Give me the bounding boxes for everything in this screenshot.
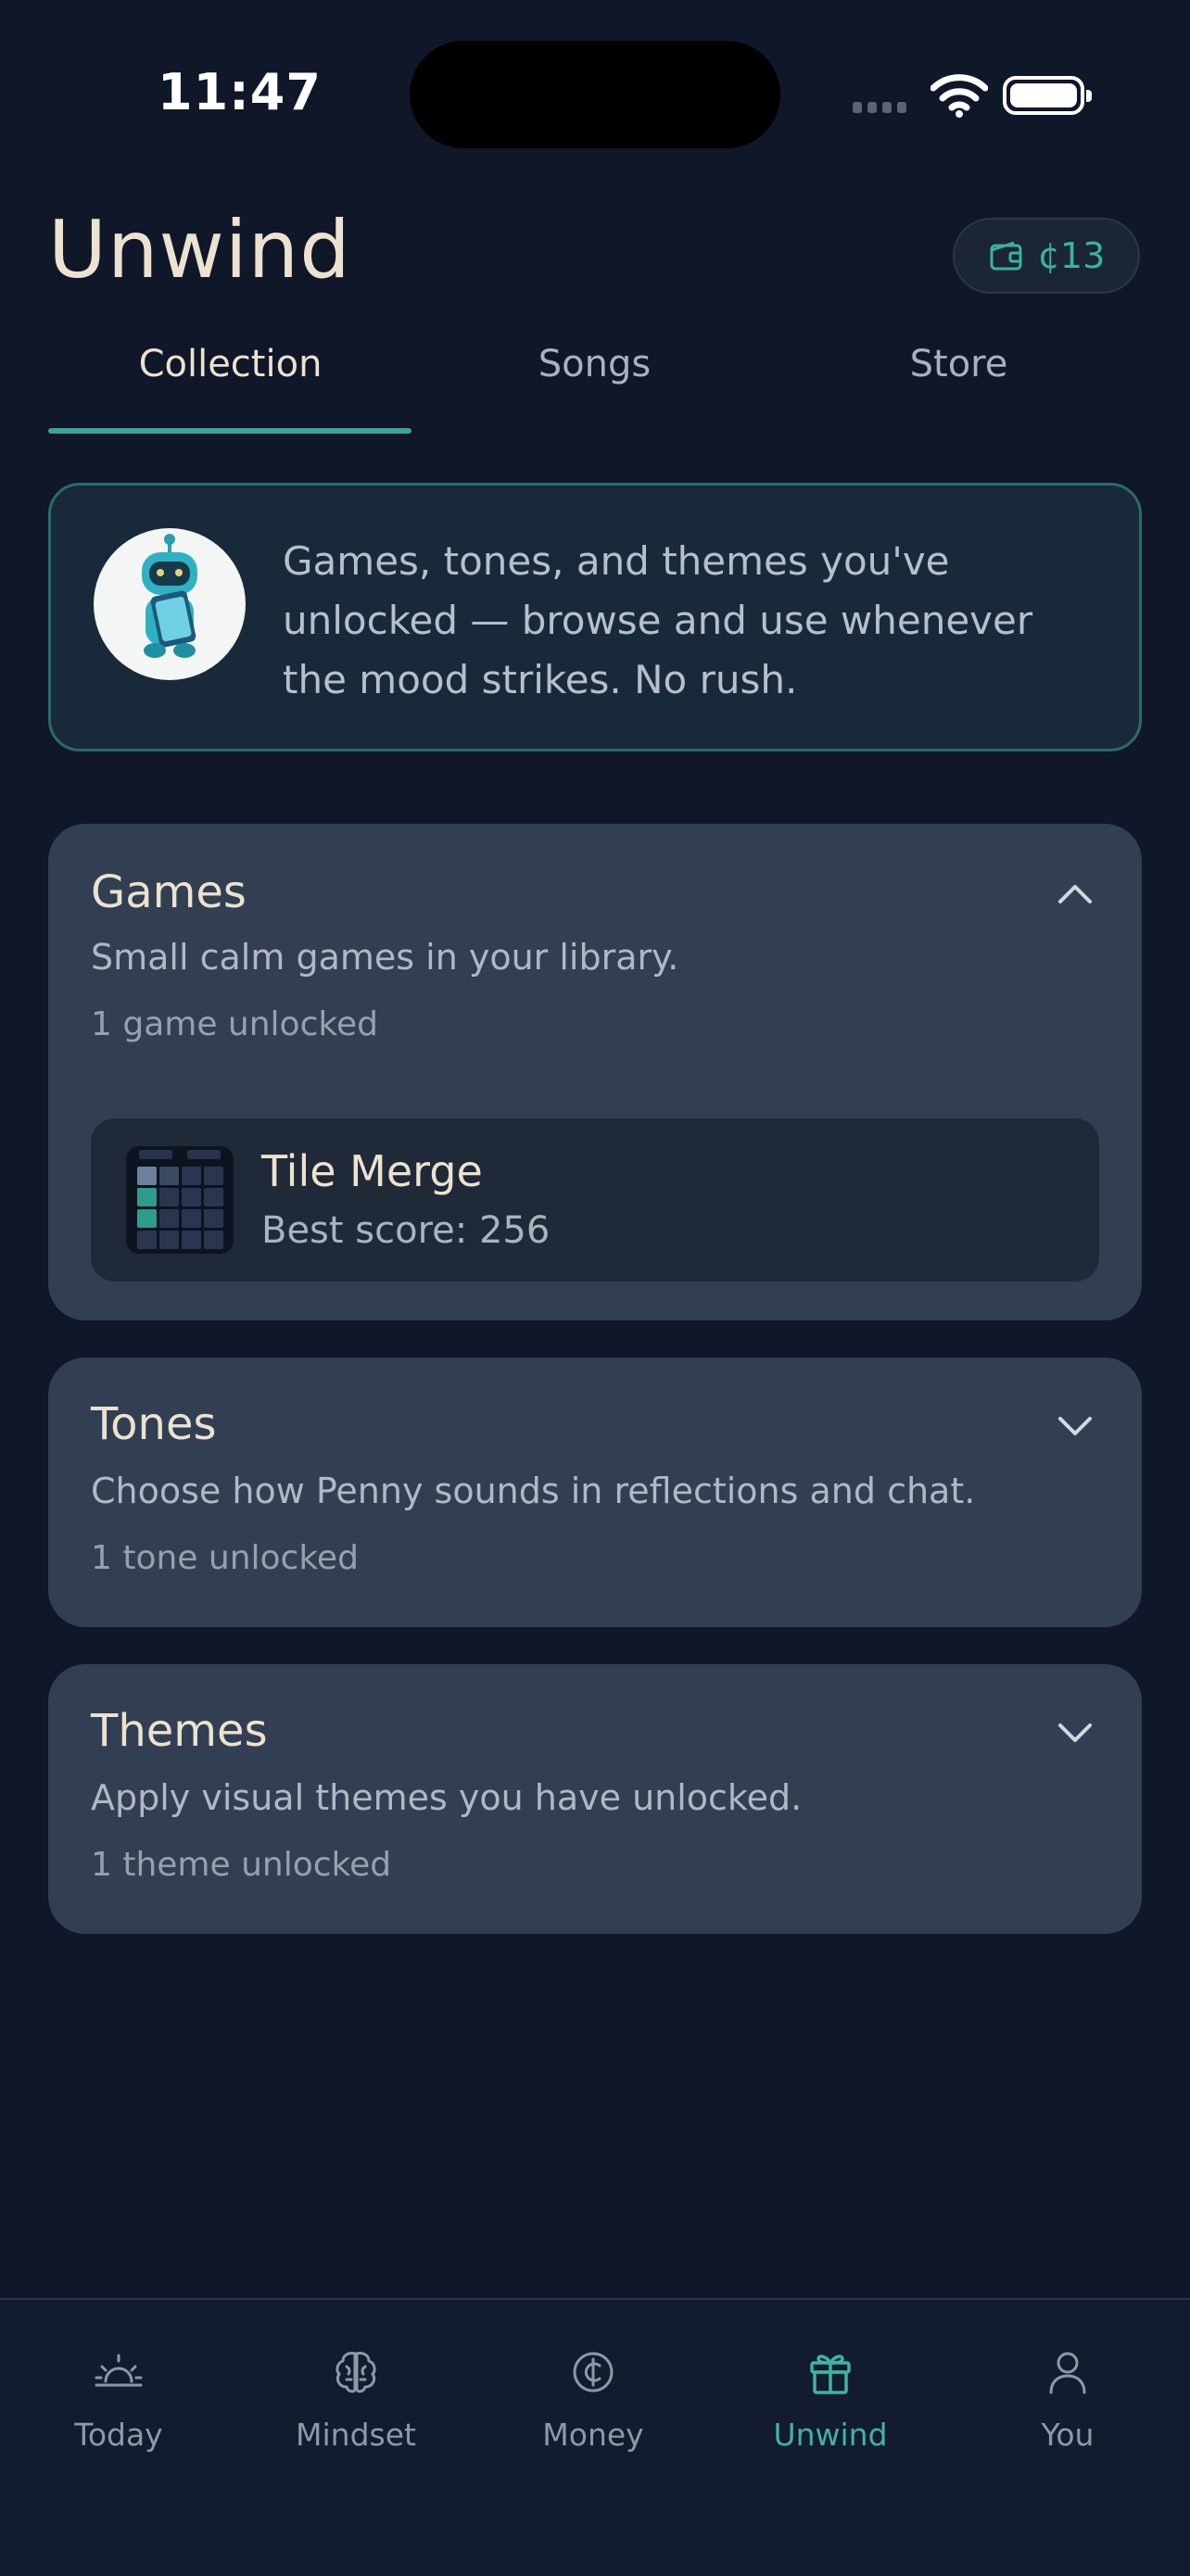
coin-icon: [573, 2352, 614, 2393]
nav-unwind[interactable]: Unwind: [712, 2300, 949, 2485]
games-count: 1 game unlocked: [91, 1005, 378, 1043]
brain-icon: [335, 2352, 376, 2393]
nav-label-unwind: Unwind: [773, 2417, 888, 2453]
tab-collection[interactable]: Collection: [48, 343, 412, 385]
game-name: Tile Merge: [261, 1146, 483, 1196]
nav-label-mindset: Mindset: [296, 2417, 416, 2453]
chevron-down-icon[interactable]: [1055, 1712, 1095, 1753]
nav-you[interactable]: You: [949, 2300, 1186, 2485]
person-icon: [1049, 2352, 1086, 2394]
active-tab-indicator: [48, 428, 411, 434]
wallet-icon: [990, 241, 1022, 271]
tones-count: 1 tone unlocked: [91, 1539, 359, 1577]
battery-icon: [1003, 76, 1092, 115]
games-section: Games Small calm games in your library. …: [48, 824, 1142, 1320]
intro-banner: Games, tones, and themes you've unlocked…: [48, 483, 1142, 751]
coin-balance: ¢13: [1037, 235, 1106, 276]
nav-money[interactable]: Money: [475, 2300, 712, 2485]
nav-label-money: Money: [542, 2417, 644, 2453]
intro-text: Games, tones, and themes you've unlocked…: [283, 538, 1033, 702]
games-title: Games: [91, 866, 247, 918]
themes-subtitle: Apply visual themes you have unlocked.: [91, 1777, 803, 1818]
chevron-up-icon[interactable]: [1055, 874, 1095, 915]
tones-subtitle: Choose how Penny sounds in reflections a…: [91, 1471, 976, 1511]
nav-today[interactable]: Today: [0, 2300, 237, 2485]
tones-section[interactable]: Tones Choose how Penny sounds in reflect…: [48, 1357, 1142, 1627]
themes-title: Themes: [91, 1705, 268, 1757]
page-title: Unwind: [48, 204, 351, 297]
tab-songs[interactable]: Songs: [412, 343, 777, 385]
nav-label-you: You: [1041, 2417, 1095, 2453]
dynamic-island: [410, 41, 780, 148]
status-time: 11:47: [158, 63, 322, 121]
coin-balance-pill[interactable]: ¢13: [953, 218, 1140, 294]
tab-bar: Collection Songs Store: [48, 343, 1142, 436]
tones-title: Tones: [91, 1398, 217, 1450]
themes-count: 1 theme unlocked: [91, 1846, 392, 1884]
sunrise-icon: [95, 2354, 143, 2387]
themes-section[interactable]: Themes Apply visual themes you have unlo…: [48, 1664, 1142, 1934]
chevron-down-icon[interactable]: [1055, 1406, 1095, 1446]
status-bar: 11:47: [0, 0, 1190, 185]
game-item-tile-merge[interactable]: Tile Merge Best score: 256: [91, 1118, 1099, 1282]
wifi-icon: [930, 74, 988, 118]
game-best-score: Best score: 256: [261, 1209, 551, 1252]
bottom-nav: Today Mindset Money Unwind You: [0, 2298, 1190, 2576]
robot-mascot-avatar: [94, 528, 246, 680]
tab-store[interactable]: Store: [777, 343, 1141, 385]
tile-merge-thumbnail: [126, 1146, 234, 1254]
nav-label-today: Today: [74, 2417, 163, 2453]
gift-icon: [810, 2355, 851, 2394]
games-subtitle: Small calm games in your library.: [91, 937, 679, 978]
nav-mindset[interactable]: Mindset: [237, 2300, 475, 2485]
